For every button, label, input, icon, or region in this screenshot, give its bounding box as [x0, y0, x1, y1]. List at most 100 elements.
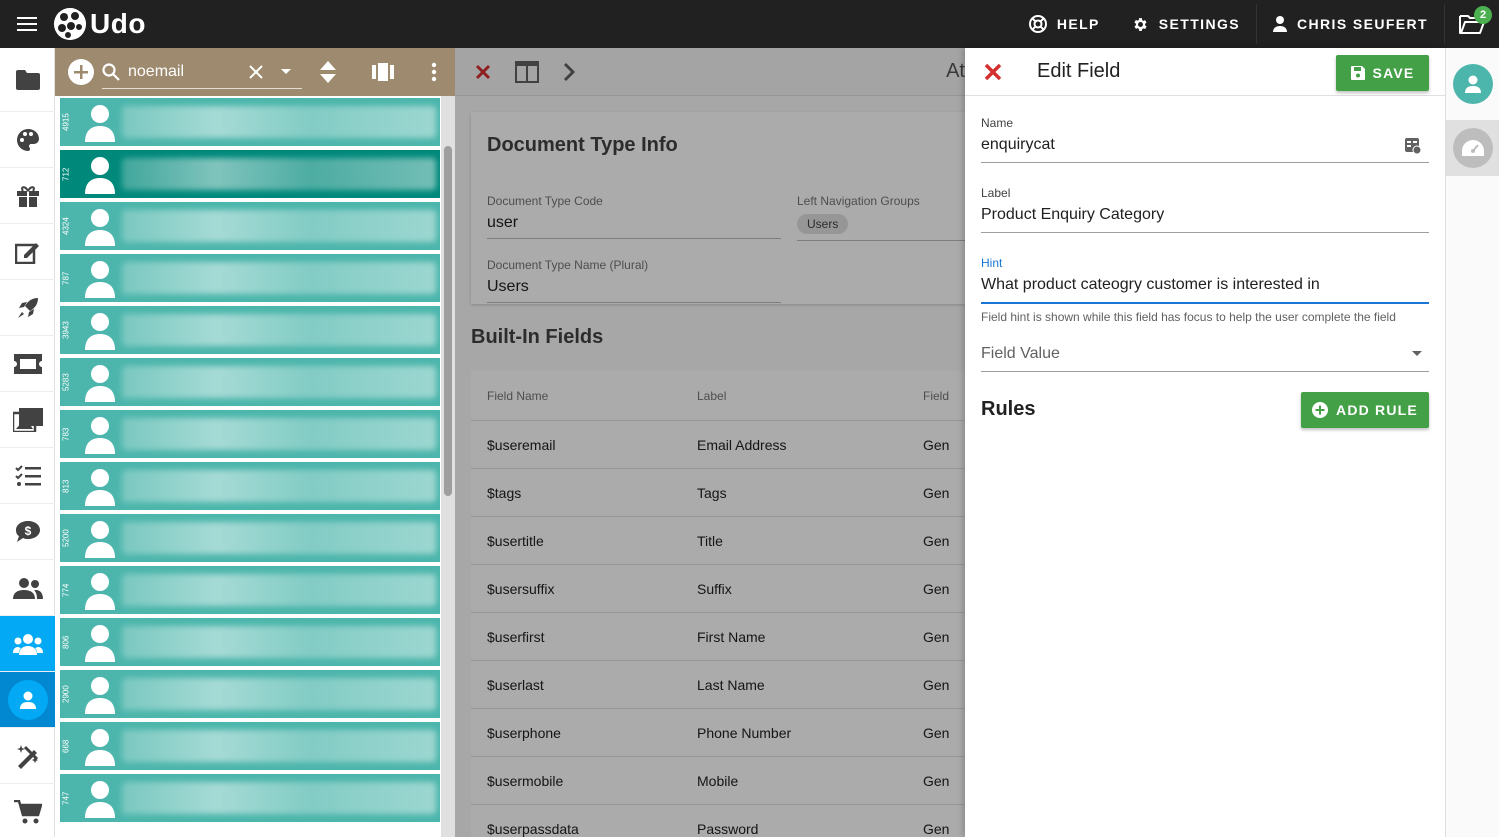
list-item[interactable]: 787	[60, 254, 440, 302]
panel-title: Edit Field	[1037, 60, 1121, 82]
nav-documents[interactable]	[0, 48, 55, 112]
redacted-content	[122, 106, 436, 138]
nav-edit[interactable]	[0, 224, 55, 280]
edit-field-panel: Edit Field SAVE Name Label Hint Field hi…	[965, 48, 1445, 837]
nav-design[interactable]	[0, 728, 55, 784]
nav-dashboard[interactable]	[0, 112, 55, 168]
menu-icon[interactable]	[0, 0, 54, 48]
user-icon	[85, 521, 115, 558]
user-icon	[85, 157, 115, 194]
redacted-content	[122, 314, 436, 346]
list-item[interactable]: 2900	[60, 670, 440, 718]
more-vert-icon[interactable]	[431, 62, 437, 82]
help-button[interactable]: HELP	[1013, 0, 1116, 48]
user-icon	[85, 365, 115, 402]
settings-label: SETTINGS	[1158, 16, 1240, 32]
list-item[interactable]: 783	[60, 410, 440, 458]
record-id: 712	[61, 167, 71, 181]
user-icon	[85, 781, 115, 818]
record-id: 4915	[61, 113, 71, 131]
rules-title: Rules	[981, 398, 1036, 420]
app-name: Udo	[90, 8, 146, 39]
field-label: Label	[981, 186, 1011, 200]
record-id: 787	[61, 271, 71, 285]
list-item[interactable]: 712	[60, 150, 440, 198]
close-icon	[984, 63, 1002, 80]
add-record-button[interactable]	[68, 59, 94, 85]
list-item[interactable]: 3943	[60, 306, 440, 354]
nav-contacts[interactable]	[0, 560, 55, 616]
user-icon	[85, 209, 115, 246]
add-rule-label: ADD RULE	[1336, 402, 1418, 418]
redacted-content	[122, 262, 436, 294]
nav-shop[interactable]	[0, 784, 55, 837]
close-button[interactable]	[965, 63, 1021, 81]
search-icon	[102, 62, 120, 81]
list-item[interactable]: 747	[60, 774, 440, 822]
rail-dashboard[interactable]	[1446, 120, 1499, 176]
hint-field: Hint Field hint is shown while this fiel…	[981, 256, 1429, 324]
rocket-icon	[17, 297, 38, 318]
redacted-content	[122, 418, 436, 450]
user-icon	[19, 691, 36, 709]
user-icon	[85, 469, 115, 506]
nav-gifts[interactable]	[0, 168, 55, 224]
rail-user[interactable]	[1446, 48, 1499, 120]
modal-overlay[interactable]	[455, 48, 965, 837]
user-icon	[85, 573, 115, 610]
save-label: SAVE	[1372, 65, 1415, 81]
dropdown-arrow-icon[interactable]	[280, 68, 292, 76]
left-navigation: $	[0, 48, 55, 837]
settings-button[interactable]: SETTINGS	[1116, 0, 1256, 48]
user-icon	[85, 417, 115, 454]
open-folders-button[interactable]: 2	[1445, 0, 1499, 48]
redacted-content	[122, 522, 436, 554]
gift-icon	[16, 185, 39, 207]
nav-media[interactable]	[0, 392, 55, 448]
list-item[interactable]: 806	[60, 618, 440, 666]
user-menu-button[interactable]: CHRIS SEUFERT	[1257, 0, 1444, 48]
list-item[interactable]: 774	[60, 566, 440, 614]
app-logo[interactable]: Udo	[54, 8, 146, 40]
svg-text:$: $	[24, 524, 31, 538]
user-icon	[85, 729, 115, 766]
record-id: 3943	[61, 321, 71, 339]
udo-logo-icon	[54, 8, 86, 40]
list-item[interactable]: 668	[60, 722, 440, 770]
nav-users[interactable]	[0, 672, 55, 728]
record-id: 774	[61, 583, 71, 597]
list-scrollbar[interactable]	[441, 96, 455, 837]
magic-wand-icon	[16, 744, 38, 769]
tasks-icon	[14, 464, 41, 486]
list-item[interactable]: 5283	[60, 358, 440, 406]
user-group-icon	[12, 633, 43, 655]
sort-icon[interactable]	[320, 61, 336, 83]
list-item[interactable]: 4324	[60, 202, 440, 250]
columns-view-icon[interactable]	[372, 63, 394, 81]
field-label: Hint	[981, 256, 1003, 270]
list-item[interactable]: 5200	[60, 514, 440, 562]
name-input[interactable]	[981, 130, 1429, 163]
save-button[interactable]: SAVE	[1336, 55, 1429, 91]
hint-input[interactable]	[981, 270, 1429, 304]
nav-tasks[interactable]	[0, 448, 55, 504]
list-item[interactable]: 813	[60, 462, 440, 510]
add-rule-button[interactable]: ADD RULE	[1301, 392, 1429, 428]
field-label: Name	[981, 116, 1014, 130]
nav-launch[interactable]	[0, 280, 55, 336]
scrollbar-thumb[interactable]	[444, 146, 452, 496]
redacted-content	[122, 574, 436, 606]
redacted-content	[122, 366, 436, 398]
search-input[interactable]	[120, 62, 240, 81]
list-item[interactable]: 4915	[60, 98, 440, 146]
search-box	[102, 55, 302, 89]
nav-finance[interactable]: $	[0, 504, 55, 560]
nav-tickets[interactable]	[0, 336, 55, 392]
field-type-icon[interactable]	[1405, 138, 1421, 154]
help-label: HELP	[1056, 16, 1100, 32]
record-id: 5283	[61, 373, 71, 391]
nav-user-groups[interactable]	[0, 616, 55, 672]
field-value-select[interactable]: Field Value	[981, 336, 1429, 372]
clear-search-icon[interactable]	[248, 64, 264, 80]
label-input[interactable]	[981, 200, 1429, 233]
